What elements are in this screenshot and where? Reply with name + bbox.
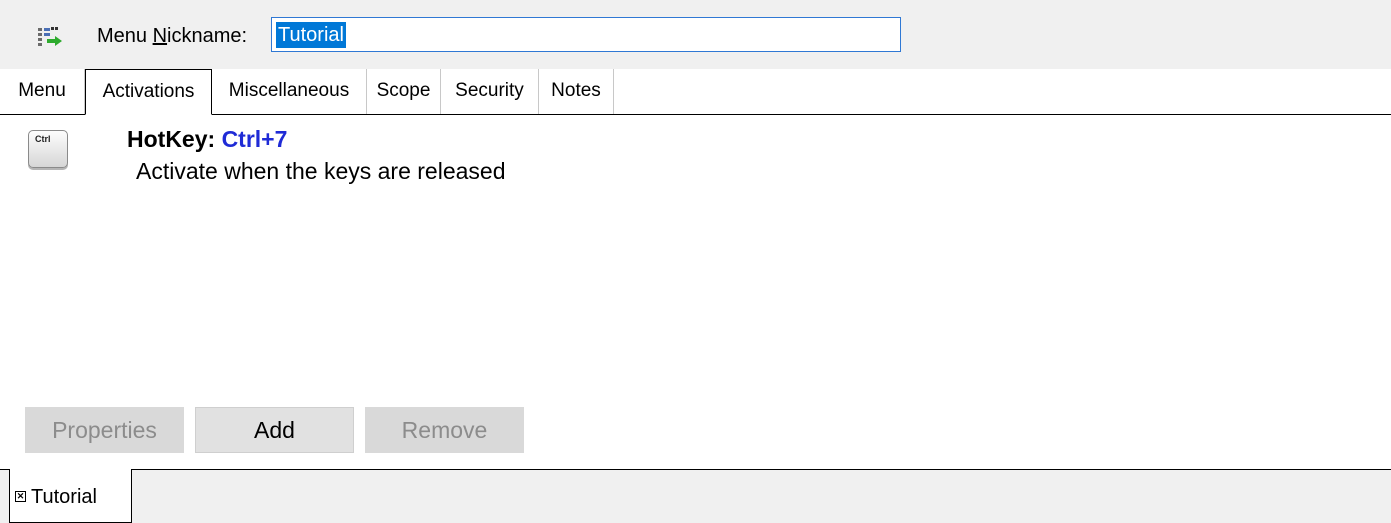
menu-edit-icon (38, 27, 62, 46)
activation-item-description: Activate when the keys are released (136, 158, 506, 184)
tab-miscellaneous[interactable]: Miscellaneous (212, 69, 367, 114)
keyboard-key-icon: Ctrl (28, 130, 68, 168)
properties-button[interactable]: Properties (25, 407, 184, 453)
tab-security[interactable]: Security (441, 69, 539, 114)
header-bar: Menu Nickname: Tutorial (0, 0, 1391, 69)
document-tab-label: Tutorial (31, 486, 97, 508)
key-icon-text: Ctrl (35, 134, 51, 144)
tab-activations[interactable]: Activations (85, 69, 212, 115)
tab-menu[interactable]: Menu (0, 69, 85, 114)
hotkey-value: Ctrl+7 (221, 126, 288, 152)
document-tab-bar: ✕ Tutorial (0, 469, 1391, 523)
tab-scope[interactable]: Scope (367, 69, 441, 114)
activation-item-title[interactable]: HotKey: Ctrl+7 (127, 125, 287, 153)
document-tab-tutorial[interactable]: ✕ Tutorial (9, 469, 132, 523)
remove-button[interactable]: Remove (365, 407, 524, 453)
menu-nickname-value: Tutorial (276, 22, 346, 48)
tab-strip: Menu Activations Miscellaneous Scope Sec… (0, 69, 1391, 115)
close-tab-icon[interactable]: ✕ (15, 491, 26, 502)
hotkey-label: HotKey: (127, 126, 222, 152)
tab-notes[interactable]: Notes (539, 69, 614, 114)
menu-nickname-input[interactable]: Tutorial (271, 17, 901, 52)
add-button[interactable]: Add (195, 407, 354, 453)
menu-nickname-label: Menu Nickname: (97, 25, 248, 47)
